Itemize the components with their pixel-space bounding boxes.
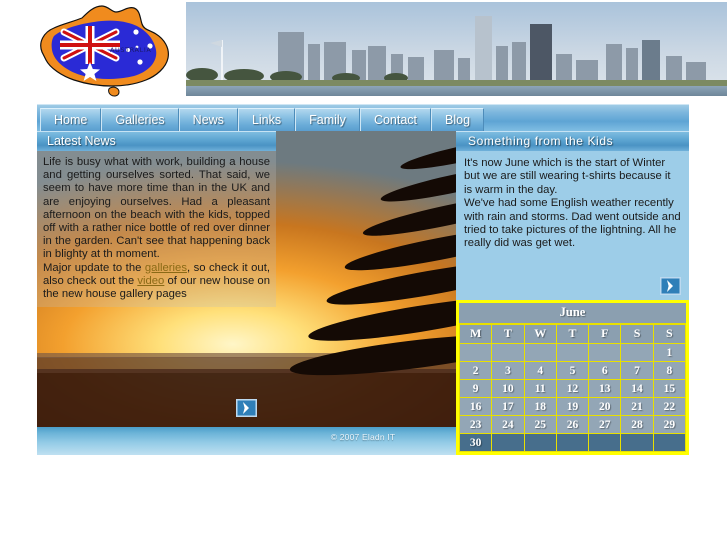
calendar-day-cell[interactable] [652,433,687,452]
calendar-day-cell[interactable] [523,343,557,362]
nav-item-contact[interactable]: Contact [359,108,432,131]
calendar-day-cell[interactable] [588,433,622,452]
news-paragraph-2-pre: Major update to the [43,261,145,274]
calendar-weekday-tue: T [491,324,525,344]
calendar-day-cell[interactable]: 3 [491,361,525,380]
calendar-day-cell[interactable]: 22 [652,397,687,416]
calendar-day-cell[interactable]: 28 [620,415,654,434]
calendar-week-row: 1 [458,343,687,362]
calendar-day-cell[interactable]: 1 [652,343,687,362]
site-header: AUSTRALIA [0,0,727,104]
nav-item-galleries[interactable]: Galleries [101,108,179,131]
calendar-day-cell[interactable]: 2 [458,361,493,380]
logo-country-label: AUSTRALIA [110,46,151,54]
calendar-day-cell[interactable]: 21 [620,397,654,416]
calendar-day-cell[interactable]: 29 [652,415,687,434]
calendar-day-cell[interactable] [523,433,557,452]
calendar-day-cell[interactable]: 10 [491,379,525,398]
calendar-table: June M T W T F S S 1 2 3 4 5 6 7 8 9 10 … [458,303,687,452]
calendar-day-cell[interactable]: 11 [523,379,557,398]
calendar-day-cell[interactable]: 13 [588,379,622,398]
calendar-day-cell[interactable]: 4 [523,361,557,380]
calendar-day-cell[interactable]: 6 [588,361,622,380]
content-area: Latest News Life is busy what with work,… [37,131,689,455]
calendar-weekday-sun: S [652,324,687,344]
calendar-day-cell[interactable]: 18 [523,397,557,416]
nav-item-blog[interactable]: Blog [431,108,485,131]
nav-item-links[interactable]: Links [237,108,296,131]
news-more-arrow-button[interactable] [236,399,257,417]
kids-panel-body: It's now June which is the start of Wint… [456,151,689,301]
perth-skyline-banner [186,2,727,96]
calendar-day-cell[interactable]: 19 [555,397,590,416]
calendar-week-row: 9 10 11 12 13 14 15 [458,379,687,398]
calendar-day-cell[interactable]: 16 [458,397,493,416]
calendar-weekday-mon: M [458,324,493,344]
calendar-day-cell[interactable]: 23 [458,415,493,434]
calendar-day-cell[interactable] [555,343,590,362]
nav-item-home[interactable]: Home [40,108,102,131]
calendar-weekday-wed: W [523,324,557,344]
calendar-day-cell[interactable]: 17 [491,397,525,416]
nav-items: Home Galleries News Links Family Contact… [37,108,485,132]
calendar-day-cell[interactable]: 30 [458,433,493,452]
calendar-day-cell[interactable]: 8 [652,361,687,380]
calendar-day-cell[interactable] [588,343,622,362]
australia-flag-map-logo: AUSTRALIA [24,0,186,100]
calendar-day-cell[interactable]: 26 [555,415,590,434]
calendar-day-cell[interactable]: 15 [652,379,687,398]
kids-paragraph-2: We've had some English weather recently … [464,197,681,250]
calendar-day-cell[interactable]: 24 [491,415,525,434]
calendar-day-cell[interactable]: 9 [458,379,493,398]
calendar-day-cell[interactable]: 25 [523,415,557,434]
nav-item-news[interactable]: News [178,108,238,131]
calendar-day-cell[interactable] [620,433,654,452]
latest-news-panel: Latest News Life is busy what with work,… [37,131,276,308]
calendar-weekday-fri: F [588,324,622,344]
calendar-week-row: 30 [458,433,687,452]
calendar-day-cell[interactable]: 14 [620,379,654,398]
kids-panel: Something from the Kids It's now June wh… [456,131,689,301]
latest-news-title: Latest News [37,131,276,151]
calendar-day-cell[interactable]: 12 [555,379,590,398]
calendar-day-cell[interactable] [491,433,525,452]
galleries-link[interactable]: galleries [145,262,187,274]
calendar-day-cell[interactable]: 27 [588,415,622,434]
calendar-weekday-sat: S [620,324,654,344]
calendar-header-row: M T W T F S S [458,324,687,344]
calendar-day-cell[interactable] [491,343,525,362]
nav-item-family[interactable]: Family [295,108,360,131]
calendar-day-cell[interactable] [458,343,493,362]
page-root: AUSTRALIA Home Galleries News Links Fami… [0,0,727,545]
news-paragraph-1: Life is busy what with work, building a … [43,156,270,261]
calendar-widget: June M T W T F S S 1 2 3 4 5 6 7 8 9 10 … [456,300,689,455]
calendar-month-label: June [459,303,686,324]
calendar-day-cell[interactable]: 20 [588,397,622,416]
calendar-week-row: 23 24 25 26 27 28 29 [458,415,687,434]
kids-panel-title: Something from the Kids [456,131,689,151]
calendar-week-row: 2 3 4 5 6 7 8 [458,361,687,380]
calendar-week-row: 16 17 18 19 20 21 22 [458,397,687,416]
calendar-day-cell[interactable] [555,433,590,452]
kids-more-arrow-button[interactable] [660,277,681,295]
latest-news-body: Life is busy what with work, building a … [37,151,276,308]
kids-paragraph-1: It's now June which is the start of Wint… [464,157,671,196]
calendar-weekday-thu: T [555,324,590,344]
calendar-day-cell[interactable]: 7 [620,361,654,380]
calendar-day-cell[interactable]: 5 [555,361,590,380]
video-link[interactable]: video [137,275,164,287]
main-navigation: Home Galleries News Links Family Contact… [37,104,689,132]
calendar-day-cell[interactable] [620,343,654,362]
